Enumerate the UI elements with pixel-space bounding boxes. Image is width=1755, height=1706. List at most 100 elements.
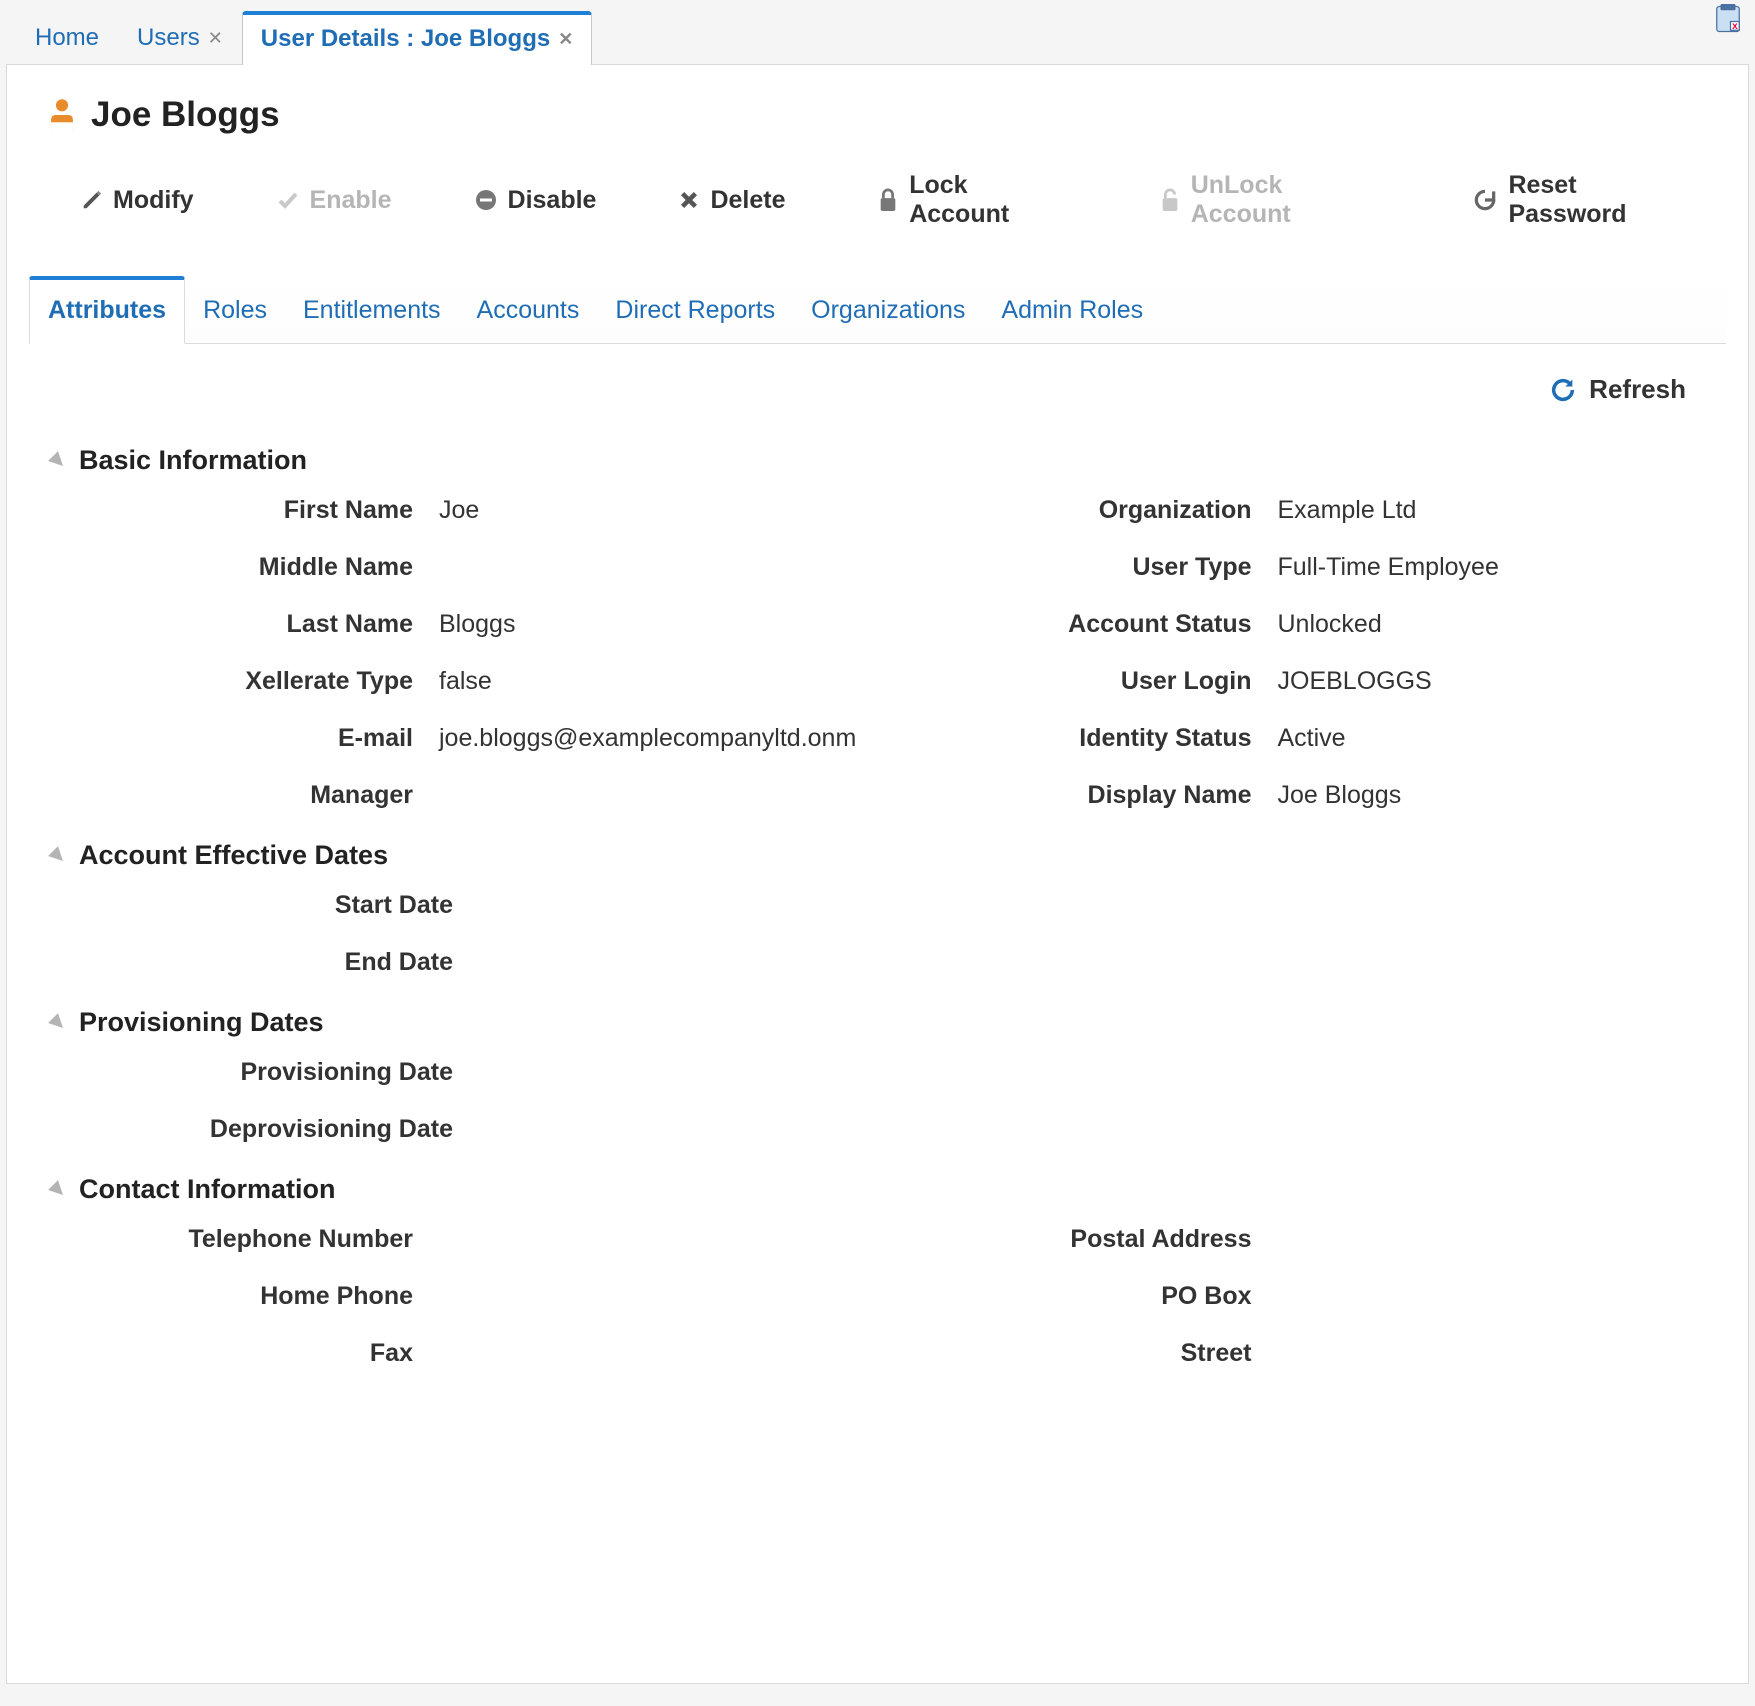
lock-label: Lock Account [909,171,1067,229]
tab-users[interactable]: Users ✕ [118,13,242,64]
subtab-attributes[interactable]: Attributes [29,276,185,344]
disclosure-icon [48,451,68,471]
subtab-roles[interactable]: Roles [185,280,285,343]
field-end-date: End Date [59,948,878,977]
basic-info-fields: First NameJoe OrganizationExample Ltd Mi… [29,496,1726,810]
label-telephone: Telephone Number [59,1225,439,1254]
close-icon[interactable]: ✕ [558,29,573,50]
subtab-direct-reports[interactable]: Direct Reports [597,280,793,343]
effective-dates-fields: Start Date End Date [29,891,1726,977]
field-xellerate-type: Xellerate Typefalse [59,667,858,696]
page-title: Joe Bloggs [91,95,280,135]
unlock-account-button: UnLock Account [1147,165,1393,235]
field-user-login: User LoginJOEBLOGGS [898,667,1697,696]
enable-button: Enable [264,180,404,221]
field-first-name: First NameJoe [59,496,858,525]
value-last-name: Bloggs [439,610,515,639]
field-telephone: Telephone Number [59,1225,858,1254]
value-organization: Example Ltd [1278,496,1417,525]
field-email: E-mailjoe.bloggs@examplecompanyltd.onm [59,724,858,753]
check-icon [276,188,300,212]
label-display-name: Display Name [898,781,1278,810]
reset-password-button[interactable]: Reset Password [1460,165,1706,235]
value-first-name: Joe [439,496,479,525]
tab-user-details[interactable]: User Details : Joe Bloggs ✕ [242,11,593,65]
label-end-date: End Date [59,948,479,977]
field-identity-status: Identity StatusActive [898,724,1697,753]
enable-label: Enable [310,186,392,215]
label-po-box: PO Box [898,1282,1278,1311]
label-user-type: User Type [898,553,1278,582]
label-account-status: Account Status [898,610,1278,639]
main-tabbar: Home Users ✕ User Details : Joe Bloggs ✕ [6,4,1749,64]
value-user-type: Full-Time Employee [1278,553,1499,582]
section-basic-info-header[interactable]: Basic Information [51,445,1726,476]
modify-button[interactable]: Modify [69,180,206,221]
field-account-status: Account StatusUnlocked [898,610,1697,639]
label-xellerate-type: Xellerate Type [59,667,439,696]
unlock-icon [1159,187,1181,213]
delete-label: Delete [710,186,785,215]
label-fax: Fax [59,1339,439,1368]
label-last-name: Last Name [59,610,439,639]
lock-account-button[interactable]: Lock Account [865,165,1079,235]
delete-button[interactable]: Delete [666,180,797,221]
refresh-button[interactable]: Refresh [1549,374,1686,405]
disable-label: Disable [508,186,597,215]
section-contact-info-title: Contact Information [79,1174,336,1205]
disable-button[interactable]: Disable [462,180,609,221]
field-postal-address: Postal Address [898,1225,1697,1254]
field-last-name: Last NameBloggs [59,610,858,639]
value-display-name: Joe Bloggs [1278,781,1402,810]
field-organization: OrganizationExample Ltd [898,496,1697,525]
label-user-login: User Login [898,667,1278,696]
content-panel: Joe Bloggs Modify Enable Disable Delete [6,64,1749,1684]
label-street: Street [898,1339,1278,1368]
section-provisioning-dates-header[interactable]: Provisioning Dates [51,1007,1726,1038]
save-page-icon[interactable]: x [1713,4,1743,34]
unlock-label: UnLock Account [1191,171,1381,229]
close-icon[interactable]: ✕ [208,28,223,49]
label-middle-name: Middle Name [59,553,439,582]
label-email: E-mail [59,724,439,753]
disclosure-icon [48,846,68,866]
label-provisioning-date: Provisioning Date [59,1058,479,1087]
value-account-status: Unlocked [1278,610,1382,639]
tab-user-details-label: User Details : Joe Bloggs [261,25,550,53]
label-home-phone: Home Phone [59,1282,439,1311]
field-manager: Manager [59,781,858,810]
subtab-admin-roles[interactable]: Admin Roles [983,280,1161,343]
field-po-box: PO Box [898,1282,1697,1311]
section-contact-info-header[interactable]: Contact Information [51,1174,1726,1205]
field-start-date: Start Date [59,891,878,920]
section-effective-dates-header[interactable]: Account Effective Dates [51,840,1726,871]
section-basic-info-title: Basic Information [79,445,307,476]
disclosure-icon [48,1180,68,1200]
contact-info-fields: Telephone Number Postal Address Home Pho… [29,1225,1726,1368]
x-icon [678,189,700,211]
lock-icon [877,187,899,213]
tab-home[interactable]: Home [16,13,118,64]
tab-home-label: Home [35,24,99,52]
field-provisioning-date: Provisioning Date [59,1058,878,1087]
provisioning-dates-fields: Provisioning Date Deprovisioning Date [29,1058,1726,1144]
refresh-icon [1549,376,1577,404]
value-email: joe.bloggs@examplecompanyltd.onm [439,724,856,753]
refresh-row: Refresh [29,344,1726,415]
disclosure-icon [48,1013,68,1033]
value-user-login: JOEBLOGGS [1278,667,1432,696]
field-home-phone: Home Phone [59,1282,858,1311]
modify-label: Modify [113,186,194,215]
minus-circle-icon [474,188,498,212]
label-start-date: Start Date [59,891,479,920]
subtab-organizations[interactable]: Organizations [793,280,983,343]
page-title-row: Joe Bloggs [47,95,1726,135]
reset-label: Reset Password [1508,171,1694,229]
subtab-accounts[interactable]: Accounts [459,280,598,343]
subtab-entitlements[interactable]: Entitlements [285,280,459,343]
label-organization: Organization [898,496,1278,525]
action-toolbar: Modify Enable Disable Delete Lock Accoun… [29,165,1726,245]
app-root: x Home Users ✕ User Details : Joe Bloggs… [0,0,1755,1706]
refresh-label: Refresh [1589,374,1686,405]
field-deprovisioning-date: Deprovisioning Date [59,1115,878,1144]
